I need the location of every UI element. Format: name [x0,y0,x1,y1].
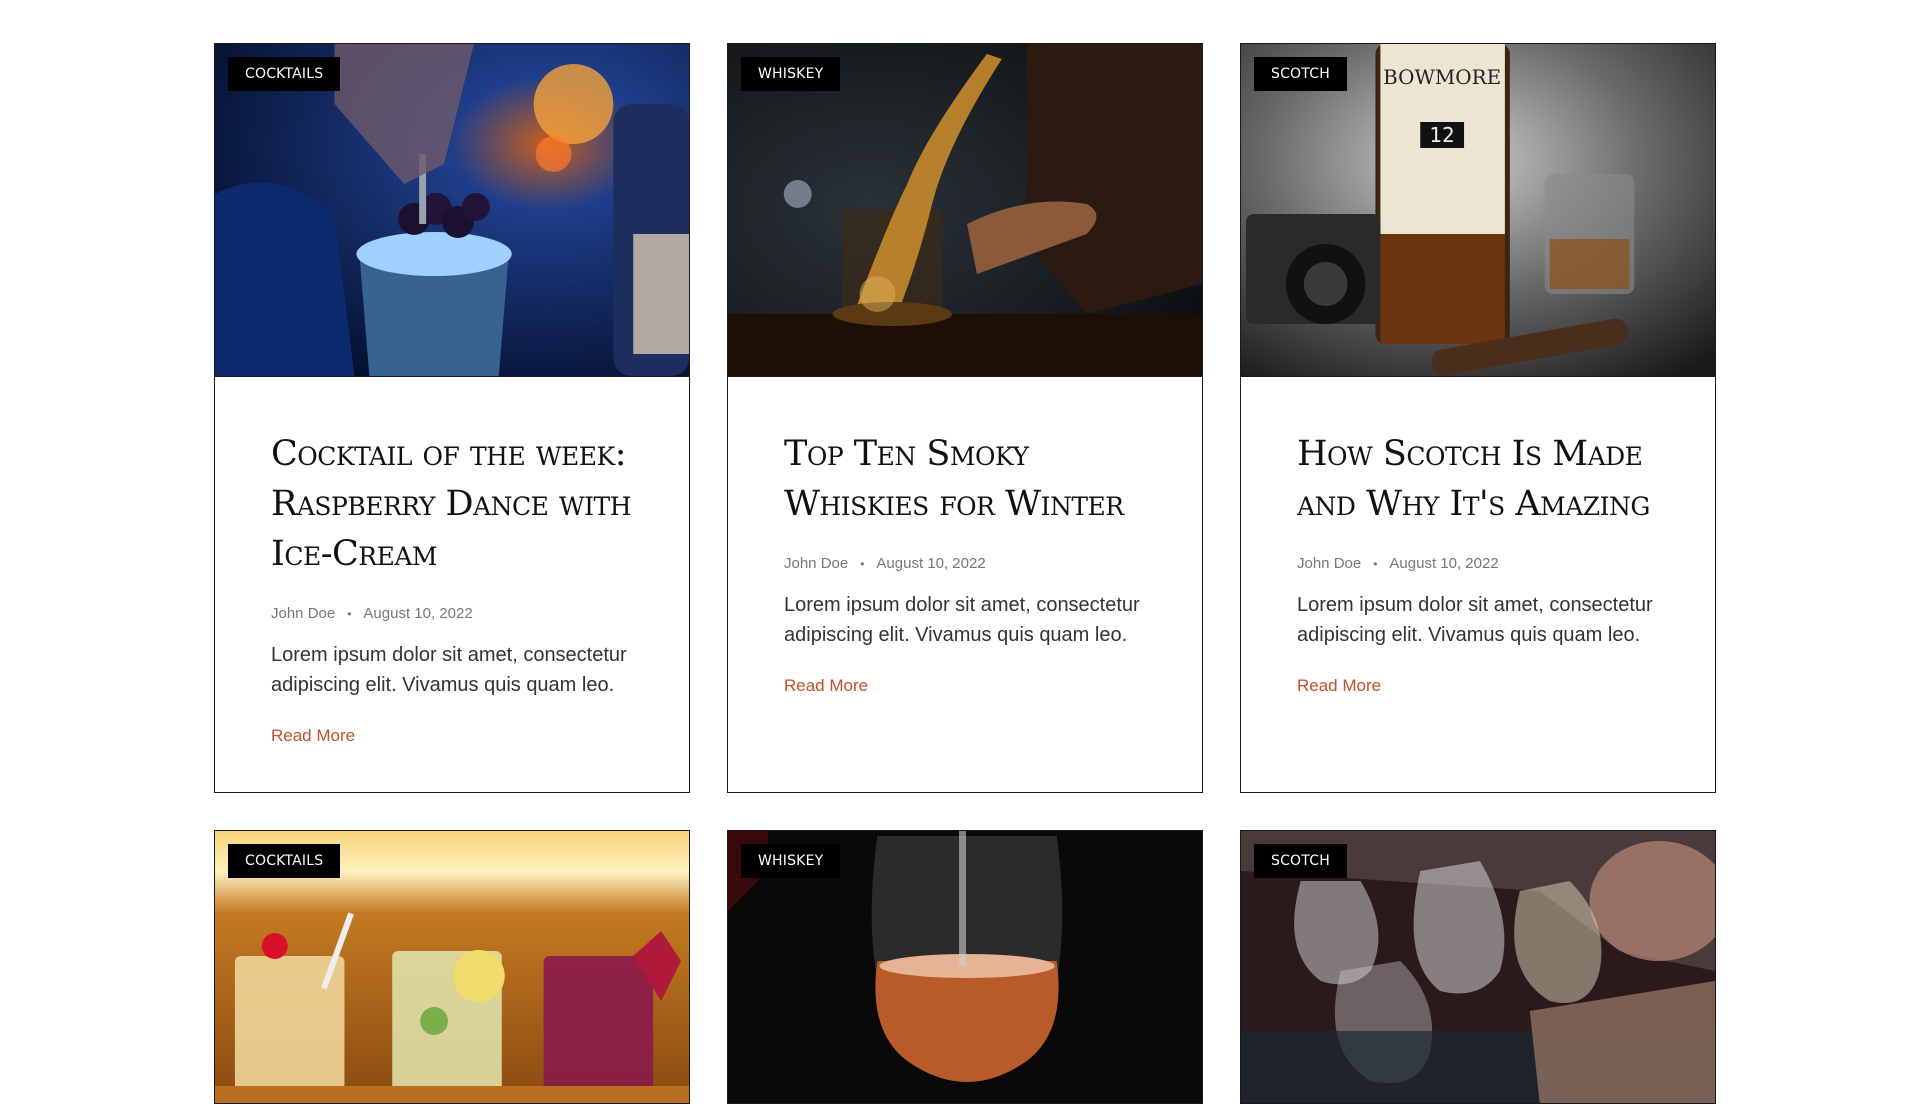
post-excerpt: Lorem ipsum dolor sit amet, consectetur … [1297,594,1653,646]
post-date: August 10, 2022 [363,605,473,622]
blog-post-grid: COCKTAILS Cocktail of the week: Raspberr… [214,43,1716,1104]
post-image[interactable]: COCKTAILS [215,831,689,1103]
post-image[interactable]: SCOTCH [1241,831,1715,1103]
read-more-link[interactable]: Read More [271,726,355,746]
post-body: Top Ten Smoky Whiskies for Winter John D… [728,377,1202,742]
category-badge[interactable]: WHISKEY [741,57,841,91]
category-badge[interactable]: COCKTAILS [228,57,341,91]
meta-separator: • [860,556,865,571]
post-card: COCKTAILS [214,830,690,1104]
post-meta: John Doe • August 10, 2022 [784,555,1146,572]
post-excerpt: Lorem ipsum dolor sit amet, consectetur … [784,594,1140,646]
post-image[interactable]: BOWMORE 12 SCOTCH [1241,44,1715,377]
post-title[interactable]: Cocktail of the week: Raspberry Dance wi… [271,429,633,579]
post-author[interactable]: John Doe [784,555,848,572]
scotch-image: BOWMORE 12 [1241,44,1715,376]
post-image[interactable]: WHISKEY [728,44,1202,377]
meta-separator: • [347,606,352,621]
post-image[interactable]: WHISKEY [728,831,1202,1103]
category-badge[interactable]: WHISKEY [741,844,841,878]
post-meta: John Doe • August 10, 2022 [1297,555,1659,572]
svg-text:BOWMORE: BOWMORE [1383,65,1501,89]
post-card: COCKTAILS Cocktail of the week: Raspberr… [214,43,690,793]
post-date: August 10, 2022 [876,555,986,572]
post-image[interactable]: COCKTAILS [215,44,689,377]
read-more-link[interactable]: Read More [784,676,868,696]
post-author[interactable]: John Doe [271,605,335,622]
post-title[interactable]: How Scotch Is Made and Why It's Amazing [1297,429,1659,529]
svg-text:12: 12 [1429,123,1454,147]
whiskey-image [728,44,1202,376]
post-card: WHISKEY [727,830,1203,1104]
post-card: SCOTCH [1240,830,1716,1104]
post-excerpt: Lorem ipsum dolor sit amet, consectetur … [271,644,627,696]
post-date: August 10, 2022 [1389,555,1499,572]
post-card: WHISKEY Top Ten Smoky Whiskies for Winte… [727,43,1203,793]
post-body: Cocktail of the week: Raspberry Dance wi… [215,377,689,792]
cocktail-image [215,44,689,376]
post-card: BOWMORE 12 SCOTCH How Scotch Is Made and… [1240,43,1716,793]
post-meta: John Doe • August 10, 2022 [271,605,633,622]
category-badge[interactable]: SCOTCH [1254,844,1347,878]
read-more-link[interactable]: Read More [1297,676,1381,696]
post-title[interactable]: Top Ten Smoky Whiskies for Winter [784,429,1146,529]
meta-separator: • [1373,556,1378,571]
category-badge[interactable]: SCOTCH [1254,57,1347,91]
post-author[interactable]: John Doe [1297,555,1361,572]
post-body: How Scotch Is Made and Why It's Amazing … [1241,377,1715,742]
category-badge[interactable]: COCKTAILS [228,844,341,878]
